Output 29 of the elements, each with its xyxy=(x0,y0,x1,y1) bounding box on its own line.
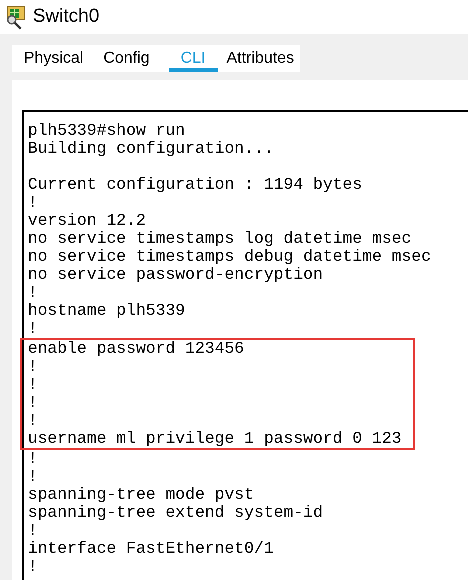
cli-line: ! xyxy=(27,468,39,486)
cli-line: ! xyxy=(27,194,39,212)
cli-line: ! xyxy=(27,376,39,394)
cli-line: interface FastEthernet0/1 xyxy=(27,540,275,558)
cli-line: spanning-tree extend system-id xyxy=(27,504,324,522)
device-icon xyxy=(5,4,27,30)
cli-line: ! xyxy=(27,358,39,376)
cli-line: version 12.2 xyxy=(27,212,148,230)
cli-line: ! xyxy=(27,412,39,430)
window-title: Switch0 xyxy=(33,6,100,28)
tab[interactable]: Attributes xyxy=(226,45,302,72)
cli-line: no service timestamps log datetime msec xyxy=(27,230,413,248)
cli-line: ! xyxy=(27,320,39,338)
tab[interactable]: Config xyxy=(102,45,157,72)
cli-line: no service timestamps debug datetime msec xyxy=(27,248,432,266)
cli-line: spanning-tree mode pvst xyxy=(27,486,256,504)
cli-line: username ml privilege 1 password 0 123 xyxy=(27,430,403,448)
cli-line: ! xyxy=(27,558,39,576)
cli-line: ! xyxy=(27,522,39,540)
cli-line: Current configuration : 1194 bytes xyxy=(27,176,364,194)
tab[interactable]: Physical xyxy=(23,45,91,72)
cli-line: ! xyxy=(27,284,39,302)
cli-line: hostname plh5339 xyxy=(27,302,186,320)
cli-line: Building configuration... xyxy=(27,140,275,158)
cli-line: enable password 123456 xyxy=(27,340,246,358)
cli-line: ! xyxy=(27,394,39,412)
cli-line: plh5339#show run xyxy=(27,122,186,140)
cli-line: no service password-encryption xyxy=(27,266,324,284)
cli-line: ! xyxy=(27,450,39,468)
